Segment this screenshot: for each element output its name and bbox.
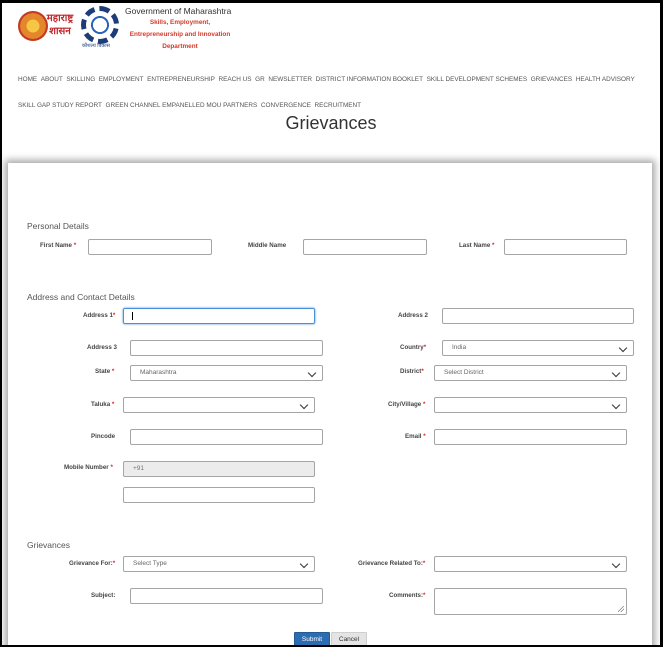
district-label: District*	[400, 368, 424, 375]
address3-input[interactable]	[130, 340, 323, 356]
nav-item-skilling[interactable]: SKILLING	[66, 67, 95, 93]
nav-item-newsletter[interactable]: NEWSLETTER	[268, 67, 312, 93]
last-name-label: Last Name *	[459, 242, 495, 249]
chevron-down-icon	[611, 400, 621, 410]
nav-item-gr[interactable]: GR	[255, 67, 265, 93]
address2-label: Address 2	[398, 312, 428, 319]
subject-input[interactable]	[130, 588, 323, 604]
address3-label: Address 3	[87, 344, 117, 351]
resize-grip-icon[interactable]	[618, 606, 624, 612]
address-contact-heading: Address and Contact Details	[27, 292, 135, 302]
chevron-down-icon	[299, 400, 309, 410]
pincode-input[interactable]	[130, 429, 323, 445]
address1-label: Address 1*	[83, 312, 116, 319]
page: महाराष्ट्र शासन कौशल्य विकास Government …	[2, 3, 660, 645]
comments-textarea[interactable]	[434, 588, 627, 615]
mobile-prefix-field: +91	[123, 461, 315, 477]
nav-item-entrepreneurship[interactable]: ENTREPRENEURSHIP	[147, 67, 215, 93]
text-caret	[132, 312, 133, 320]
taluka-select[interactable]	[123, 397, 315, 413]
first-name-label: First Name *	[40, 242, 77, 249]
email-label: Email *	[405, 433, 426, 440]
subject-label: Subject:	[91, 592, 116, 599]
nav-item-reach-us[interactable]: REACH US	[219, 67, 252, 93]
pincode-label: Pincode	[91, 433, 116, 440]
cancel-button[interactable]: Cancel	[331, 632, 367, 645]
nav-item-skill-schemes[interactable]: SKILL DEVELOPMENT SCHEMES	[427, 67, 528, 93]
submit-button[interactable]: Submit	[294, 632, 330, 645]
chevron-down-icon	[618, 343, 628, 353]
nav-item-health-advisory[interactable]: HEALTH ADVISORY	[576, 67, 635, 93]
nav-item-grievances[interactable]: GRIEVANCES	[531, 67, 572, 93]
grievance-related-select[interactable]	[434, 556, 627, 572]
mobile-number-label: Mobile Number *	[64, 464, 113, 471]
nav-item-home[interactable]: HOME	[18, 67, 37, 93]
city-village-select[interactable]	[434, 397, 627, 413]
maharashtra-seal-icon	[18, 11, 48, 41]
middle-name-label: Middle Name	[248, 242, 287, 249]
taluka-label: Taluka *	[91, 401, 115, 408]
department-logo-subtext: कौशल्य विकास	[82, 43, 110, 49]
state-select[interactable]: Maharashtra	[130, 365, 323, 381]
department-gear-logo-icon	[81, 6, 119, 44]
grievances-heading: Grievances	[27, 540, 70, 550]
email-input[interactable]	[434, 429, 627, 445]
chevron-down-icon	[299, 559, 309, 569]
country-select[interactable]: India	[442, 340, 634, 356]
address1-input[interactable]	[123, 308, 315, 324]
grievance-for-select[interactable]: Select Type	[123, 556, 315, 572]
country-label: Country*	[400, 344, 427, 351]
department-name: Skills, Employment, Entrepreneurship and…	[129, 19, 231, 50]
first-name-input[interactable]	[88, 239, 212, 255]
personal-details-heading: Personal Details	[27, 221, 89, 231]
chevron-down-icon	[307, 368, 317, 378]
middle-name-input[interactable]	[303, 239, 427, 255]
address2-input[interactable]	[442, 308, 634, 324]
chevron-down-icon	[611, 559, 621, 569]
nav-item-about[interactable]: ABOUT	[41, 67, 63, 93]
grievance-related-label: Grievance Related To:*	[358, 560, 426, 567]
grievance-for-label: Grievance For:*	[69, 560, 116, 567]
government-title: Government of Maharashtra	[125, 6, 232, 16]
maharashtra-shasan-logo-text: महाराष्ट्र शासन	[46, 13, 74, 37]
page-title: Grievances	[285, 113, 377, 133]
mobile-number-input[interactable]	[123, 487, 315, 503]
nav-item-district-booklet[interactable]: DISTRICT INFORMATION BOOKLET	[316, 67, 423, 93]
nav-item-employment[interactable]: EMPLOYMENT	[99, 67, 144, 93]
main-nav: HOME ABOUT SKILLING EMPLOYMENT ENTREPRENEURS…	[18, 67, 654, 119]
last-name-input[interactable]	[504, 239, 627, 255]
city-village-label: City/Village *	[388, 401, 426, 408]
grievance-form-card: Personal Details First Name * Middle Nam…	[10, 166, 650, 645]
state-label: State *	[95, 368, 115, 375]
district-select[interactable]: Select District	[434, 365, 627, 381]
chevron-down-icon	[611, 368, 621, 378]
comments-label: Comments:*	[389, 592, 426, 599]
